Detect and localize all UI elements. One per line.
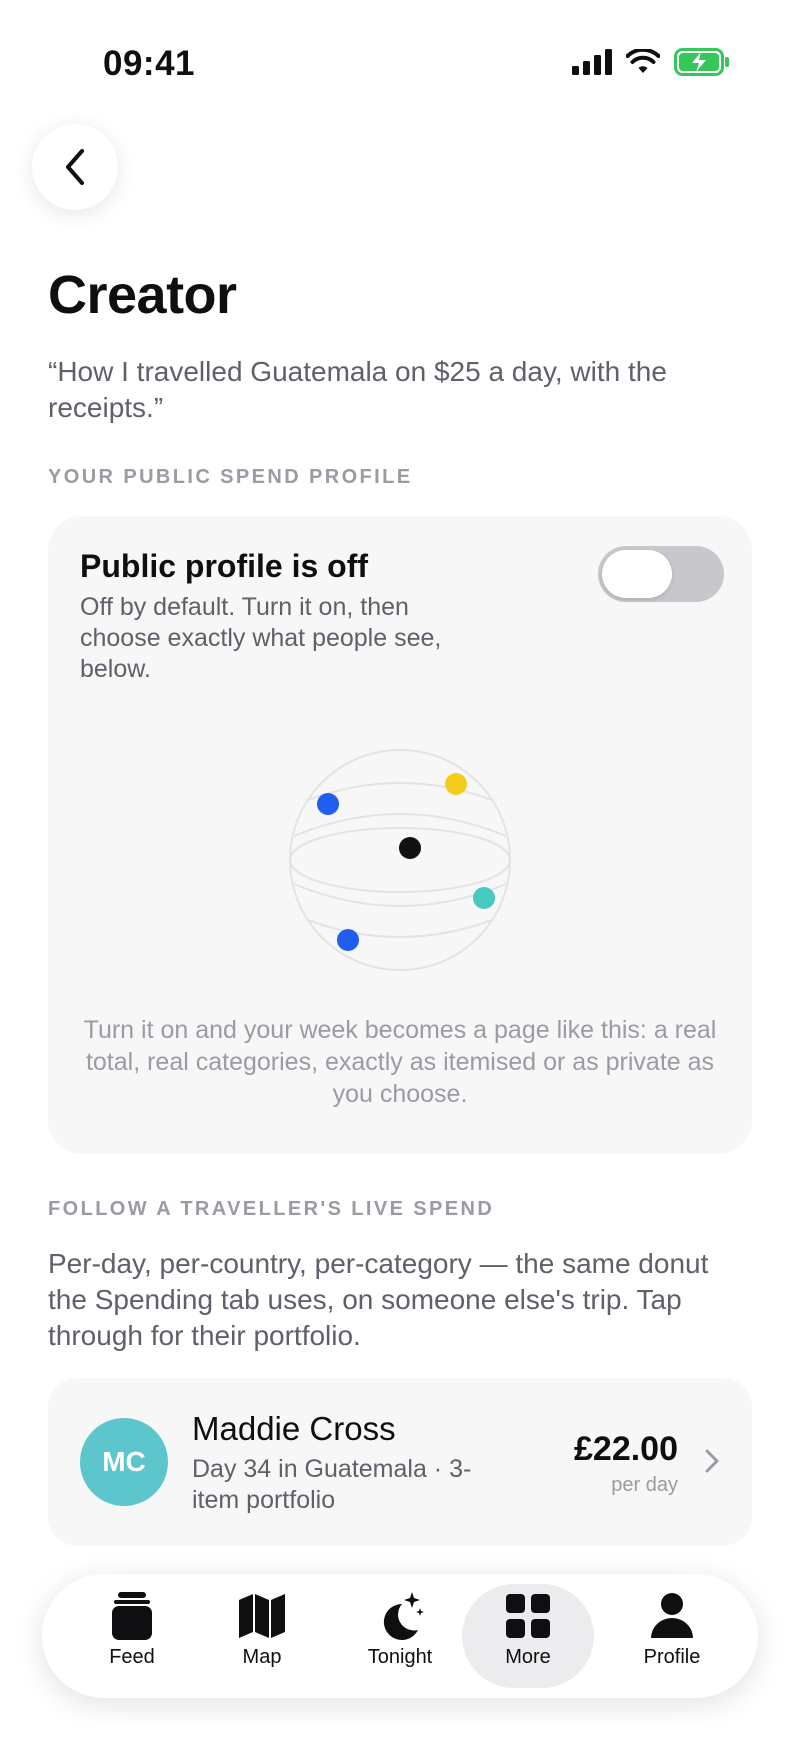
public-profile-toggle[interactable] [598,546,724,602]
follow-description: Per-day, per-country, per-category — the… [48,1248,709,1351]
tab-bar: Feed Map Tonight More Profile [42,1574,758,1698]
wifi-icon [626,49,660,73]
public-profile-card: Public profile is off Off by default. Tu… [48,516,752,1154]
public-profile-caption: Turn it on and your week becomes a page … [83,1016,717,1108]
back-button[interactable] [32,124,118,210]
tab-feed[interactable]: Feed [66,1584,198,1688]
section-label-public-profile: YOUR PUBLIC SPEND PROFILE [48,466,413,488]
status-bar: 09:41 [0,0,800,120]
traveller-amount-unit: per day [611,1474,678,1496]
tab-more-label: More [505,1646,551,1668]
chevron-left-icon [66,149,84,185]
tab-tonight[interactable]: Tonight [334,1584,466,1688]
public-profile-description: Off by default. Turn it on, then choose … [80,593,442,683]
status-time: 09:41 [103,44,196,83]
traveller-card[interactable]: MC Maddie Cross Day 34 in Guatemala · 3-… [48,1378,752,1546]
grid-icon [502,1590,554,1642]
traveller-meta: Day 34 in Guatemala · 3-item portfolio [192,1455,472,1514]
status-icons [572,48,730,76]
battery-charging-icon [674,48,729,76]
chevron-right-icon [705,1449,719,1473]
feed-icon [106,1590,158,1642]
page-title: Creator [48,265,237,325]
map-icon [236,1590,288,1642]
page-subtitle: “How I travelled Guatemala on $25 a day,… [48,356,667,423]
globe-illustration [289,749,511,971]
globe-dot-blue-top [317,793,339,815]
tab-profile[interactable]: Profile [606,1584,738,1688]
tab-more[interactable]: More [462,1584,594,1688]
traveller-name: Maddie Cross [192,1410,396,1447]
moon-icon [374,1590,426,1642]
tab-profile-label: Profile [643,1646,701,1668]
public-profile-title: Public profile is off [80,548,369,584]
avatar: MC [80,1418,168,1506]
tab-map[interactable]: Map [196,1584,328,1688]
tab-tonight-label: Tonight [367,1646,433,1668]
traveller-amount: £22.00 [574,1430,678,1468]
globe-dot-black [399,837,421,859]
globe-dot-yellow [445,773,467,795]
toggle-knob [602,550,672,598]
tab-map-label: Map [242,1646,282,1668]
globe-dot-blue-bottom [337,929,359,951]
tab-feed-label: Feed [109,1646,155,1668]
person-icon [646,1590,698,1642]
signal-icon [572,49,612,75]
section-label-follow: FOLLOW A TRAVELLER'S LIVE SPEND [48,1198,495,1220]
globe-dot-teal [473,887,495,909]
